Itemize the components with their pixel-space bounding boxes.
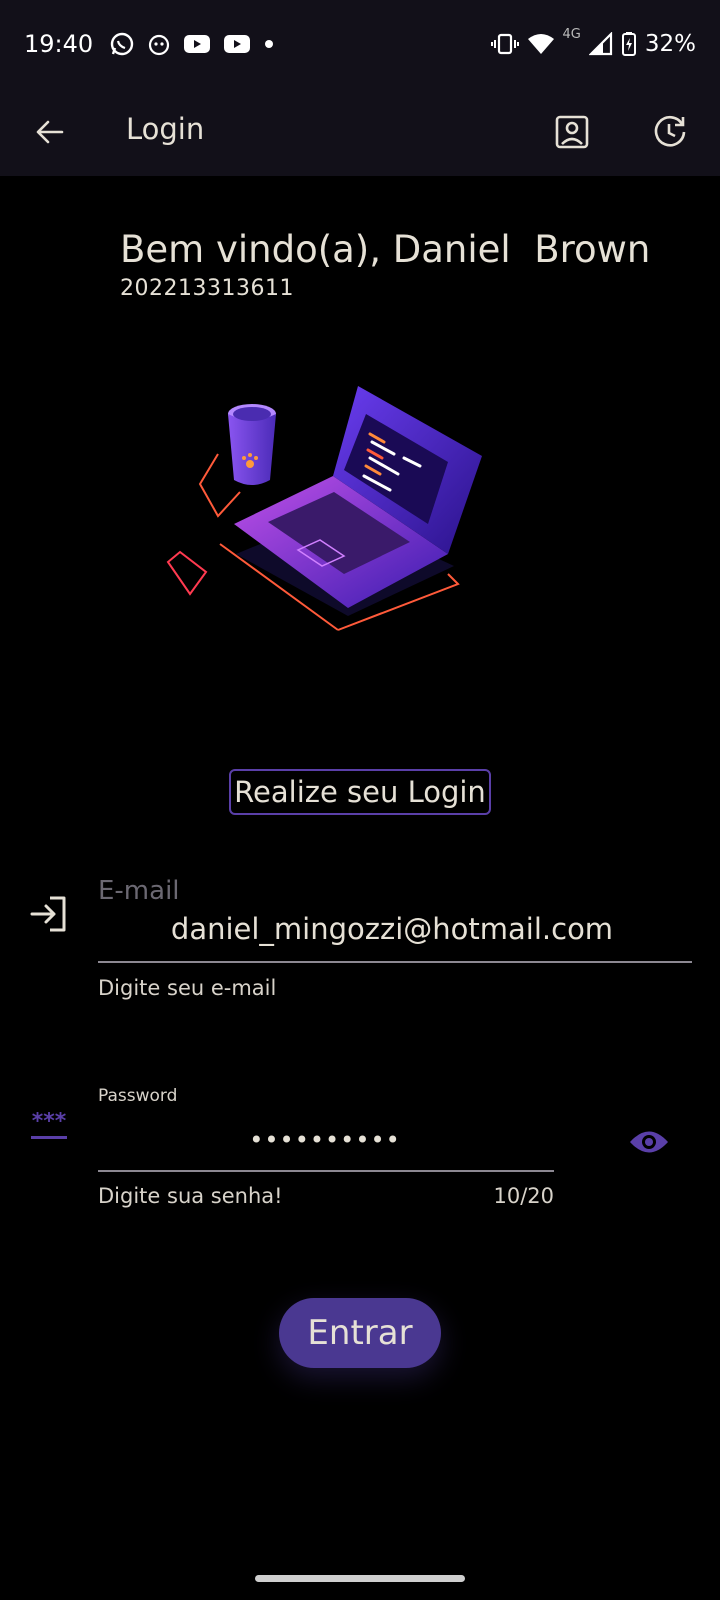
eye-icon: [630, 1131, 668, 1153]
password-field[interactable]: ••••••••••: [98, 1126, 552, 1154]
toggle-password-visibility[interactable]: [626, 1124, 672, 1160]
app-bar: Login: [0, 88, 720, 176]
network-type: 4G: [562, 26, 581, 42]
login-icon: [30, 896, 66, 932]
password-icon: ***: [31, 1109, 67, 1139]
password-char-counter: 10/20: [493, 1184, 554, 1208]
laptop-illustration: [166, 386, 482, 631]
wifi-icon: [527, 32, 555, 56]
signal-icon: [588, 32, 613, 56]
whatsapp-icon: [109, 31, 135, 57]
email-label: E-mail: [98, 876, 180, 906]
back-button[interactable]: [28, 110, 72, 154]
email-underline: [98, 961, 692, 963]
vibrate-icon: [490, 32, 519, 56]
account-box-icon: [555, 115, 589, 149]
youtube-icon: [223, 33, 251, 55]
password-helper-text: Digite sua senha!: [98, 1184, 283, 1208]
svg-text:***: ***: [32, 1112, 67, 1134]
dot-icon: [263, 38, 275, 50]
enter-button[interactable]: Entrar: [279, 1298, 441, 1368]
battery-charging-icon: [621, 31, 637, 57]
user-id: 202213313611: [120, 276, 294, 301]
email-field-icon: [28, 893, 70, 935]
page-title: Login: [126, 112, 205, 146]
history-icon: [654, 115, 686, 147]
youtube-icon: [183, 33, 211, 55]
login-heading: Realize seu Login: [229, 769, 491, 815]
password-field-icon: ***: [28, 1109, 70, 1142]
status-time: 19:40: [24, 30, 94, 58]
history-button[interactable]: [646, 108, 694, 156]
system-icons: 4G 32%: [490, 27, 696, 57]
email-field[interactable]: daniel_mingozzi@hotmail.com: [98, 912, 686, 946]
gesture-nav-handle[interactable]: [255, 1575, 465, 1582]
email-helper-text: Digite seu e-mail: [98, 976, 277, 1000]
welcome-title: Bem vindo(a), Daniel Brown: [120, 228, 651, 271]
password-underline: [98, 1170, 554, 1172]
profile-button[interactable]: [548, 108, 596, 156]
status-bar: 19:40 4G 32%: [0, 0, 720, 88]
battery-level: 32%: [644, 31, 696, 57]
arrow-back-icon: [36, 120, 64, 144]
cat-app-icon: [147, 32, 171, 56]
password-label: Password: [98, 1086, 178, 1106]
notification-icons: [109, 31, 275, 57]
